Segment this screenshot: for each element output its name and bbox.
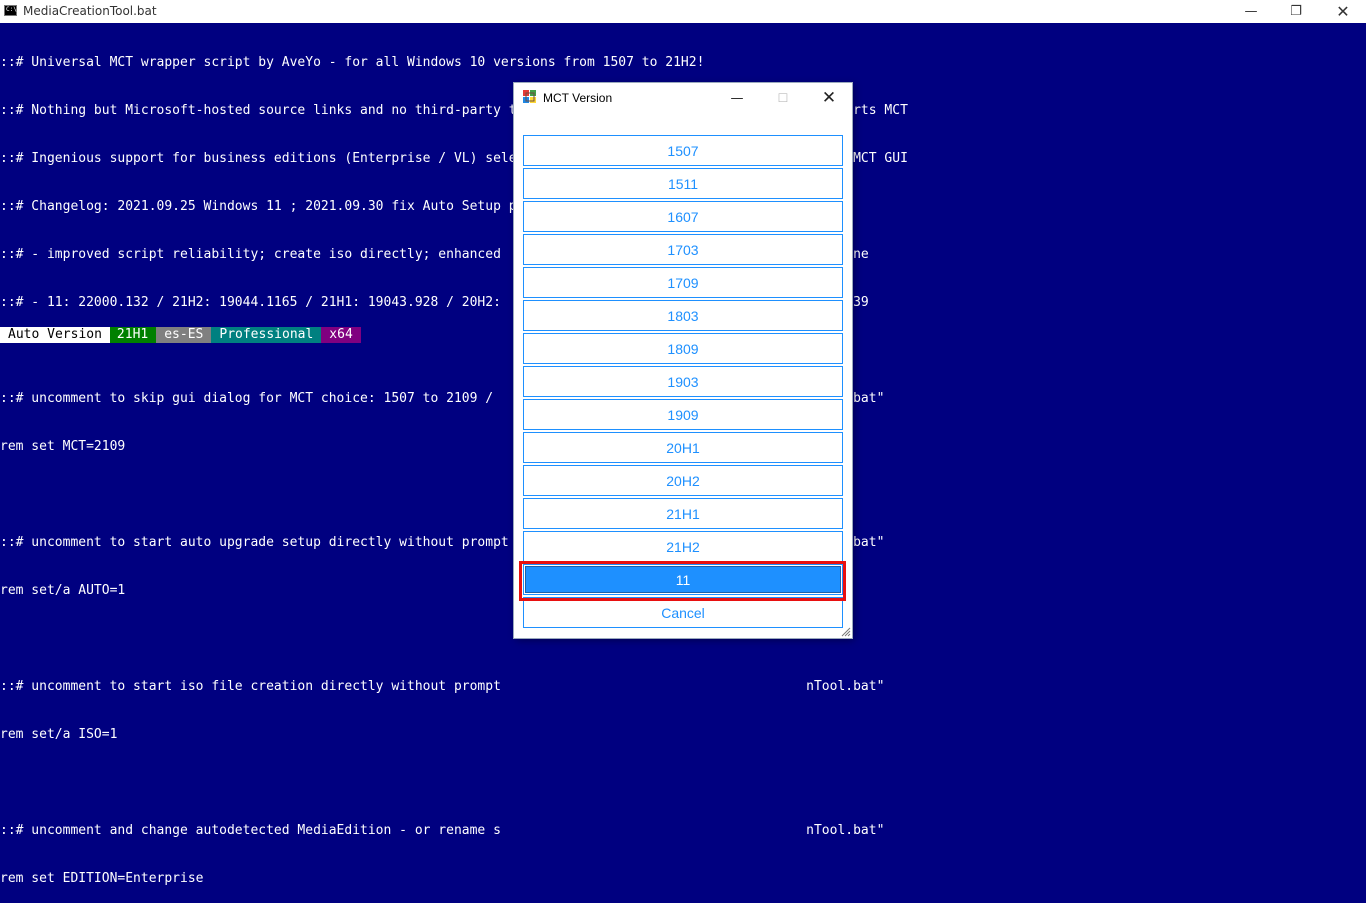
version-1903-button[interactable]: 1903 xyxy=(523,366,843,397)
console-line: rem set/a ISO=1 xyxy=(0,727,118,742)
version-1507-button[interactable]: 1507 xyxy=(523,135,843,166)
close-button[interactable]: ✕ xyxy=(1320,0,1366,23)
version-20h1-button[interactable]: 20H1 xyxy=(523,432,843,463)
dialog-close-button[interactable]: ✕ xyxy=(806,83,852,113)
version-1803-button[interactable]: 1803 xyxy=(523,300,843,331)
app-icon xyxy=(523,90,536,103)
version-1607-button[interactable]: 1607 xyxy=(523,201,843,232)
version-1909-button[interactable]: 1909 xyxy=(523,399,843,430)
status-mode: Auto Version xyxy=(0,327,110,343)
dialog-title: MCT Version xyxy=(543,91,613,105)
version-1511-button[interactable]: 1511 xyxy=(523,168,843,199)
restore-button[interactable]: ❐ xyxy=(1273,0,1319,23)
cancel-button[interactable]: Cancel xyxy=(523,597,843,628)
dialog-maximize-button[interactable]: ☐ xyxy=(760,83,806,113)
status-arch: x64 xyxy=(321,327,361,343)
status-language: es-ES xyxy=(156,327,212,343)
resize-grip-icon[interactable] xyxy=(841,627,851,637)
dialog-minimize-button[interactable]: — xyxy=(714,83,760,113)
version-1709-button[interactable]: 1709 xyxy=(523,267,843,298)
version-20h2-button[interactable]: 20H2 xyxy=(523,465,843,496)
cmd-icon xyxy=(4,5,17,16)
version-21h2-button[interactable]: 21H2 xyxy=(523,531,843,562)
console-line: ::# uncomment to start iso file creation… xyxy=(0,679,885,694)
mct-version-dialog: MCT Version — ☐ ✕ 1507 1511 1607 1703 17… xyxy=(514,83,852,638)
version-21h1-button[interactable]: 21H1 xyxy=(523,498,843,529)
console-window-title: MediaCreationTool.bat xyxy=(23,4,157,18)
console-line: ::# Universal MCT wrapper script by AveY… xyxy=(0,55,705,70)
status-version: 21H1 xyxy=(109,327,157,343)
preset-status-bar: Auto Version 21H1 es-ES Professional x64 xyxy=(0,327,361,343)
version-11-button[interactable]: 11 xyxy=(523,564,843,595)
console-title-bar: MediaCreationTool.bat — ❐ ✕ xyxy=(0,0,1366,23)
version-1703-button[interactable]: 1703 xyxy=(523,234,843,265)
status-edition: Professional xyxy=(211,327,322,343)
minimize-button[interactable]: — xyxy=(1228,0,1274,23)
version-1809-button[interactable]: 1809 xyxy=(523,333,843,364)
console-line: rem set EDITION=Enterprise xyxy=(0,871,204,886)
console-line: ::# uncomment and change autodetected Me… xyxy=(0,823,885,838)
dialog-title-bar: MCT Version — ☐ ✕ xyxy=(514,83,852,113)
